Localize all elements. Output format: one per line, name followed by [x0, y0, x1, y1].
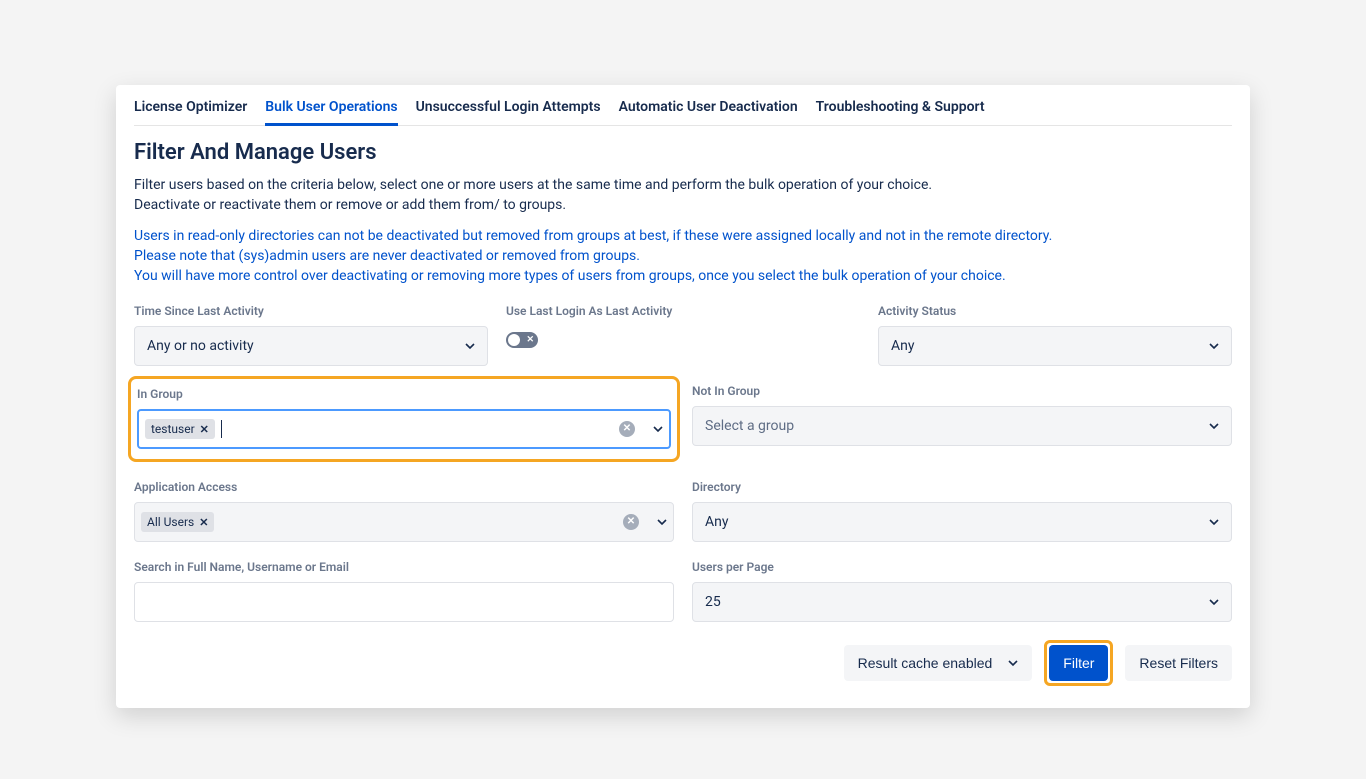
chevron-down-icon	[1209, 597, 1219, 607]
chevron-down-icon	[465, 341, 475, 351]
description-line: Deactivate or reactivate them or remove …	[134, 195, 1232, 215]
tab-troubleshooting-support[interactable]: Troubleshooting & Support	[816, 91, 985, 125]
select-time-since-last-activity[interactable]: Any or no activity	[134, 326, 488, 366]
chevron-down-icon	[1209, 341, 1219, 351]
text-cursor	[221, 420, 222, 438]
action-bar: Result cache enabled Filter Reset Filter…	[134, 640, 1232, 686]
label-in-group: In Group	[137, 387, 671, 401]
chevron-down-icon	[1209, 517, 1219, 527]
tab-unsuccessful-login-attempts[interactable]: Unsuccessful Login Attempts	[416, 91, 601, 125]
highlight-in-group: In Group testuser ✕ ✕	[128, 376, 680, 462]
toggle-off-icon: ✕	[526, 335, 534, 345]
description: Filter users based on the criteria below…	[134, 175, 1232, 216]
label-not-in-group: Not In Group	[692, 384, 1232, 398]
chevron-down-icon	[657, 517, 667, 527]
label-directory: Directory	[692, 480, 1232, 494]
multiselect-application-access[interactable]: All Users ✕ ✕	[134, 502, 674, 542]
label-application-access: Application Access	[134, 480, 674, 494]
filter-button[interactable]: Filter	[1049, 645, 1108, 681]
note-line: Please note that (sys)admin users are ne…	[134, 246, 1232, 266]
chip-application-access: All Users ✕	[141, 512, 214, 532]
select-value: Any	[705, 514, 1201, 530]
label-time-since-last-activity: Time Since Last Activity	[134, 304, 488, 318]
multiselect-in-group[interactable]: testuser ✕ ✕	[137, 409, 671, 449]
info-note: Users in read-only directories can not b…	[134, 226, 1232, 287]
clear-icon[interactable]: ✕	[623, 514, 639, 530]
toggle-knob	[508, 334, 520, 346]
cache-dropdown-button[interactable]: Result cache enabled	[844, 645, 1033, 681]
description-line: Filter users based on the criteria below…	[134, 175, 1232, 195]
highlight-filter-button: Filter	[1044, 640, 1113, 686]
select-users-per-page[interactable]: 25	[692, 582, 1232, 622]
label-users-per-page: Users per Page	[692, 560, 1232, 574]
chip-remove-icon[interactable]: ✕	[199, 516, 208, 529]
label-activity-status: Activity Status	[878, 304, 1232, 318]
toggle-use-last-login[interactable]: ✕	[506, 332, 538, 348]
label-search: Search in Full Name, Username or Email	[134, 560, 674, 574]
chevron-down-icon	[1209, 421, 1219, 431]
tab-bar: License Optimizer Bulk User Operations U…	[134, 85, 1232, 126]
select-activity-status[interactable]: Any	[878, 326, 1232, 366]
select-placeholder: Select a group	[705, 418, 1201, 434]
chevron-down-icon	[1008, 658, 1018, 668]
label-use-last-login: Use Last Login As Last Activity	[506, 304, 860, 318]
select-value: Any	[891, 338, 1201, 354]
select-directory[interactable]: Any	[692, 502, 1232, 542]
select-not-in-group[interactable]: Select a group	[692, 406, 1232, 446]
note-line: You will have more control over deactiva…	[134, 266, 1232, 286]
chip-label: All Users	[147, 515, 194, 529]
main-panel: License Optimizer Bulk User Operations U…	[116, 85, 1250, 708]
chip-in-group: testuser ✕	[145, 419, 215, 439]
cache-label: Result cache enabled	[858, 655, 993, 671]
tab-bulk-user-operations[interactable]: Bulk User Operations	[265, 91, 397, 125]
tab-license-optimizer[interactable]: License Optimizer	[134, 91, 247, 125]
reset-filters-button[interactable]: Reset Filters	[1125, 645, 1232, 681]
page-title: Filter And Manage Users	[134, 140, 1232, 165]
chip-label: testuser	[151, 422, 195, 436]
select-value: 25	[705, 594, 1201, 610]
select-value: Any or no activity	[147, 338, 457, 354]
tab-automatic-user-deactivation[interactable]: Automatic User Deactivation	[619, 91, 798, 125]
clear-icon[interactable]: ✕	[619, 421, 635, 437]
chip-remove-icon[interactable]: ✕	[200, 423, 209, 436]
search-input[interactable]	[134, 582, 674, 622]
note-line: Users in read-only directories can not b…	[134, 226, 1232, 246]
chevron-down-icon	[653, 424, 663, 434]
